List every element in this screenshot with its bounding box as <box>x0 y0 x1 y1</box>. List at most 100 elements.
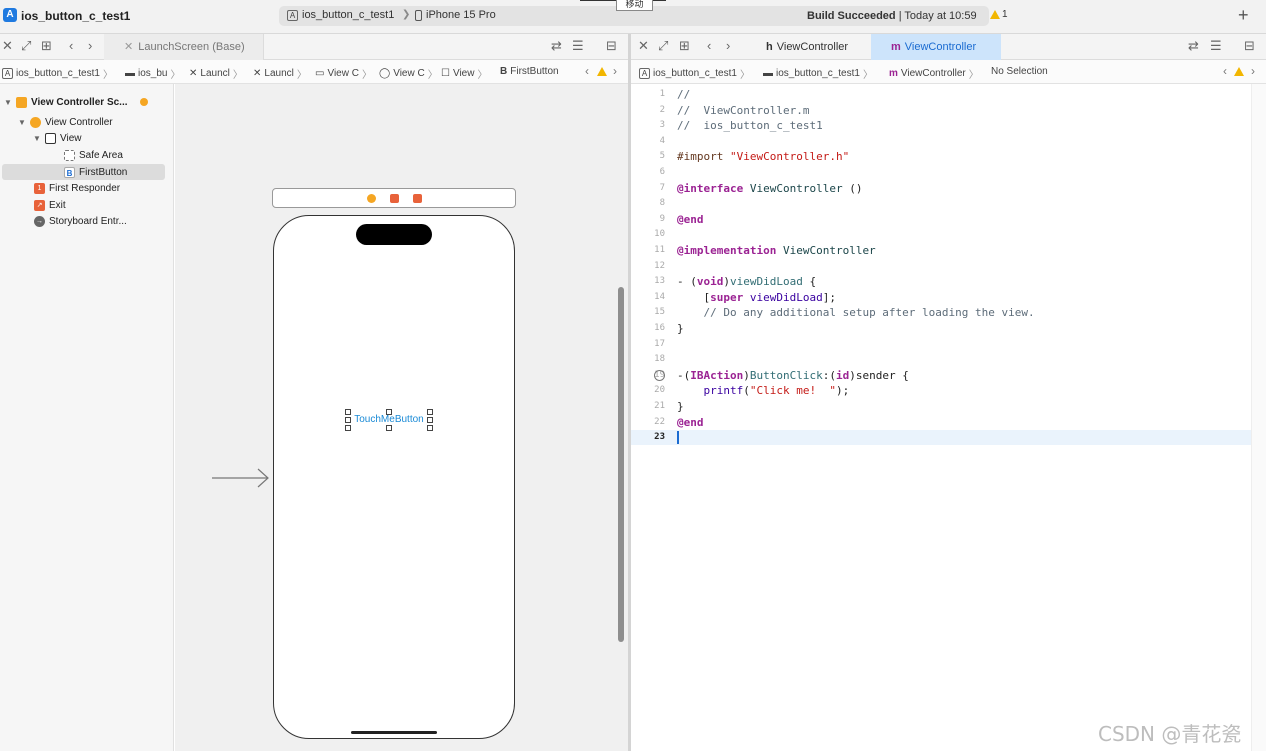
split-editor-icon[interactable]: ⊟ <box>606 39 617 53</box>
code-line[interactable]: @end <box>677 416 704 431</box>
selected-button-frame[interactable]: TouchMeButton <box>345 409 433 431</box>
scene-icon <box>16 96 27 108</box>
scheme-name: ios_button_c_test1 <box>302 9 395 21</box>
warning-icon[interactable] <box>1234 67 1244 76</box>
disclosure-down-icon[interactable]: ▼ <box>4 98 12 107</box>
outline-item-safe-area[interactable]: Safe Area <box>64 147 123 163</box>
close-editor-icon[interactable]: ✕ <box>638 39 649 53</box>
grid-icon[interactable]: ⊞ <box>41 39 52 53</box>
code-line[interactable]: [super viewDidLoad]; <box>677 291 836 306</box>
right-jump-bar[interactable]: Aios_button_c_test1 〉 ▬ ios_button_c_test1… <box>631 60 1266 84</box>
code-line[interactable]: - (void)viewDidLoad { <box>677 275 816 290</box>
canvas-scrollbar[interactable] <box>618 287 624 642</box>
editor-options-icon[interactable]: ☰ <box>1210 39 1222 53</box>
tab-viewcontroller-h[interactable]: h ViewController <box>758 34 856 60</box>
disclosure-down-icon[interactable]: ▼ <box>33 134 41 143</box>
close-tab-icon[interactable]: ✕ <box>124 41 133 53</box>
xcode-project-icon: A <box>3 8 17 22</box>
storyboard-canvas[interactable]: TouchMeButton <box>175 84 628 751</box>
outline-item-first-button[interactable]: B FirstButton <box>2 164 165 180</box>
device-selector[interactable]: iPhone 15 Pro <box>415 9 496 21</box>
back-icon[interactable]: ‹ <box>707 39 711 53</box>
code-line[interactable]: @interface ViewController () <box>677 182 862 197</box>
outline-item-storyboard-entry[interactable]: → Storyboard Entr... <box>34 213 127 229</box>
add-editor-button[interactable]: + <box>1238 5 1249 25</box>
back-icon[interactable]: ‹ <box>69 39 73 53</box>
code-line[interactable]: } <box>677 400 684 415</box>
outline-item-scene[interactable]: ▼ View Controller Sc... <box>4 94 164 110</box>
jump-item-view[interactable]: ☐ View 〉 <box>441 66 487 81</box>
jump-item-first-button[interactable]: B FirstButton <box>500 66 559 77</box>
dynamic-island <box>356 224 432 245</box>
jump-item-folder[interactable]: ▬ ios_button_c_test1 〉 <box>763 66 873 81</box>
first-responder-icon[interactable] <box>390 194 399 203</box>
line-number: 5 <box>659 151 665 162</box>
expand-icon[interactable]: ⤢ <box>658 39 668 53</box>
jump-item-file[interactable]: m ViewController 〉 <box>889 66 979 81</box>
warnings-indicator[interactable]: 1 <box>990 9 1008 20</box>
tab-label: LaunchScreen (Base) <box>138 41 245 53</box>
split-editor-icon[interactable]: ⊟ <box>1244 39 1255 53</box>
close-editor-icon[interactable]: ✕ <box>2 39 13 53</box>
editor-scrollbar-track[interactable] <box>1251 84 1266 751</box>
code-line[interactable]: @end <box>677 213 704 228</box>
jump-item-view-controller[interactable]: ◯ View C 〉 <box>379 66 438 81</box>
code-line[interactable]: } <box>677 322 684 337</box>
grid-icon[interactable]: ⊞ <box>679 39 690 53</box>
view-icon <box>45 132 56 144</box>
folder-icon: ▬ <box>763 68 773 79</box>
line-number: 7 <box>659 182 665 193</box>
storyboard-entry-arrow-icon[interactable] <box>212 468 270 488</box>
document-outline: ▼ View Controller Sc... ▼ View Controlle… <box>0 84 174 751</box>
warning-icon[interactable] <box>597 67 607 76</box>
tooltip: 移动 <box>616 0 653 11</box>
iphone-scene-frame[interactable]: TouchMeButton <box>273 215 515 739</box>
code-line[interactable]: -(IBAction)ButtonClick:(id)sender { <box>677 369 909 384</box>
jump-item-storyboard[interactable]: ✕ Launcl 〉 <box>189 66 243 81</box>
view-icon: ☐ <box>441 68 450 79</box>
line-number: 12 <box>654 260 665 271</box>
tab-viewcontroller-m[interactable]: m ViewController <box>871 34 1001 60</box>
jump-item-selection[interactable]: No Selection <box>991 66 1048 77</box>
code-line[interactable]: // <box>677 88 690 103</box>
jump-item-folder[interactable]: ▬ ios_bu 〉 <box>125 66 180 81</box>
related-items-icon[interactable]: ⇄ <box>1188 39 1199 53</box>
left-jump-bar[interactable]: Aios_button_c_test1 〉 ▬ ios_bu 〉 ✕ Launcl 〉 ✕… <box>0 60 628 84</box>
build-status[interactable]: Build Succeeded | Today at 10:59 <box>807 10 977 22</box>
code-line[interactable]: // Do any additional setup after loading… <box>677 306 1035 321</box>
source-editor[interactable]: 1 // 2 // ViewController.m 3 // ios_button_c_… <box>631 84 1251 751</box>
current-line-highlight <box>631 430 1251 445</box>
related-items-icon[interactable]: ⇄ <box>551 39 562 53</box>
code-line[interactable]: // ViewController.m <box>677 104 809 119</box>
exit-icon[interactable] <box>413 194 422 203</box>
jump-item-project[interactable]: Aios_button_c_test1 〉 <box>2 66 113 81</box>
forward-icon[interactable]: › <box>88 39 92 53</box>
jump-item-storyboard-base[interactable]: ✕ Launcl 〉 <box>253 66 307 81</box>
expand-icon[interactable]: ⤢ <box>21 39 31 53</box>
touch-me-button[interactable]: TouchMeButton <box>349 413 429 427</box>
next-issue-icon[interactable]: › <box>1251 64 1255 78</box>
disclosure-down-icon[interactable]: ▼ <box>18 118 26 127</box>
tab-launchscreen[interactable]: ✕ LaunchScreen (Base) <box>104 34 264 60</box>
outline-item-exit[interactable]: ↗ Exit <box>34 197 66 213</box>
next-issue-icon[interactable]: › <box>613 64 617 78</box>
outline-item-view-controller[interactable]: ▼ View Controller <box>18 114 113 130</box>
forward-icon[interactable]: › <box>726 39 730 53</box>
ibaction-connection-icon[interactable] <box>654 370 665 381</box>
code-line[interactable]: @implementation ViewController <box>677 244 876 259</box>
outline-item-view[interactable]: ▼ View <box>33 130 82 146</box>
watermark: CSDN @青花瓷 <box>1098 722 1242 746</box>
code-line[interactable]: #import "ViewController.h" <box>677 150 849 165</box>
previous-issue-icon[interactable]: ‹ <box>585 64 589 78</box>
previous-issue-icon[interactable]: ‹ <box>1223 64 1227 78</box>
editor-options-icon[interactable]: ☰ <box>572 39 584 53</box>
view-controller-icon[interactable] <box>367 194 376 203</box>
outline-item-first-responder[interactable]: 1 First Responder <box>34 180 120 196</box>
line-number: 23 <box>654 432 665 443</box>
jump-item-project[interactable]: Aios_button_c_test1 〉 <box>639 66 750 81</box>
jump-item-scene[interactable]: ▭ View C 〉 <box>315 66 372 81</box>
home-indicator <box>351 731 437 734</box>
code-line[interactable]: printf("Click me! "); <box>677 384 850 399</box>
scheme-selector[interactable]: A ios_button_c_test1 <box>287 9 394 21</box>
code-line[interactable]: // ios_button_c_test1 <box>677 119 823 134</box>
